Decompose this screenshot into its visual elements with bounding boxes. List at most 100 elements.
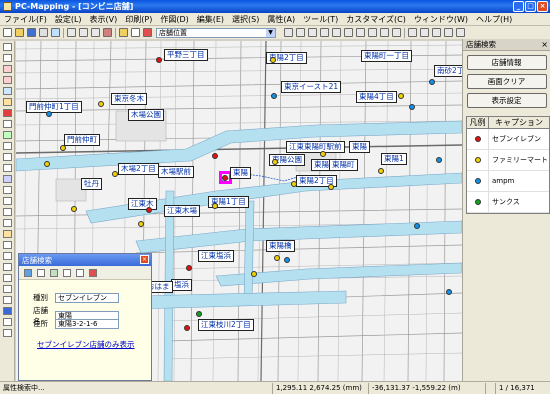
panel-icon[interactable] [456, 28, 465, 37]
save-icon[interactable] [27, 28, 36, 37]
edit-line-icon[interactable] [3, 153, 12, 161]
chevron-down-icon[interactable]: ▼ [266, 28, 275, 37]
info-icon[interactable] [392, 28, 401, 37]
edit-polygon-icon[interactable] [3, 164, 12, 172]
grid-icon[interactable] [308, 28, 317, 37]
close-icon[interactable]: × [541, 40, 548, 49]
layer-select[interactable]: 店舗位置 ▼ [156, 27, 276, 38]
preview-icon[interactable] [51, 28, 60, 37]
menu-window[interactable]: ウィンドウ(W) [410, 14, 472, 25]
maximize-icon[interactable]: □ [525, 1, 536, 12]
hand-icon[interactable] [3, 98, 12, 106]
store-marker[interactable] [446, 289, 452, 295]
store-marker[interactable] [112, 171, 118, 177]
store-marker[interactable] [156, 57, 162, 63]
layers-icon[interactable] [3, 120, 12, 128]
pan-icon[interactable] [3, 87, 12, 95]
store-info-button[interactable]: 店舗情報 [466, 55, 547, 70]
store-marker[interactable] [98, 101, 104, 107]
menu-attribute[interactable]: 属性(A) [263, 14, 299, 25]
store-marker[interactable] [222, 175, 228, 181]
menu-settings[interactable]: 設定(L) [51, 14, 86, 25]
legend-row[interactable]: サンクス [467, 192, 549, 213]
image-icon[interactable] [3, 285, 12, 293]
menu-edit[interactable]: 編集(E) [193, 14, 228, 25]
print-icon[interactable] [39, 28, 48, 37]
menu-tools[interactable]: ツール(T) [299, 14, 342, 25]
layer-settings-icon[interactable] [284, 28, 293, 37]
store-marker[interactable] [274, 255, 280, 261]
store-marker[interactable] [429, 79, 435, 85]
store-marker[interactable] [46, 111, 52, 117]
store-marker[interactable] [71, 206, 77, 212]
measure-distance-icon[interactable] [3, 208, 12, 216]
panel-toggle-icon[interactable] [3, 307, 12, 315]
search-window-titlebar[interactable]: 店舗検索 × [19, 254, 151, 266]
store-marker[interactable] [272, 159, 278, 165]
store-marker[interactable] [44, 161, 50, 167]
overlay-icon[interactable] [3, 241, 12, 249]
zoom-in-icon[interactable] [3, 65, 12, 73]
grid-view-icon[interactable] [432, 28, 441, 37]
line-icon[interactable] [344, 28, 353, 37]
store-marker[interactable] [291, 181, 297, 187]
symbol-icon[interactable] [3, 197, 12, 205]
address-field[interactable]: 東陽3-2-1-6 [55, 318, 119, 329]
menu-view[interactable]: 表示(V) [86, 14, 122, 25]
chart-icon[interactable] [3, 274, 12, 282]
store-marker[interactable] [409, 104, 415, 110]
search-icon[interactable] [50, 268, 58, 277]
store-marker[interactable] [186, 265, 192, 271]
open-icon[interactable] [15, 28, 24, 37]
list-icon[interactable] [37, 268, 45, 277]
store-marker[interactable] [251, 271, 257, 277]
minimize-icon[interactable]: _ [513, 1, 524, 12]
pin-icon[interactable] [3, 109, 12, 117]
clear-screen-button[interactable]: 画面クリア [466, 74, 547, 89]
legend-row[interactable]: ampm [467, 171, 549, 192]
layer-color-icon[interactable] [143, 28, 152, 37]
window-cascade-icon[interactable] [420, 28, 429, 37]
store-marker[interactable] [212, 153, 218, 159]
point-icon[interactable] [332, 28, 341, 37]
grid-lines-icon[interactable] [3, 329, 12, 337]
pointer-icon[interactable] [3, 43, 12, 51]
cut-icon[interactable] [67, 28, 76, 37]
store-marker[interactable] [378, 168, 384, 174]
table-icon[interactable] [63, 268, 71, 277]
type-field[interactable]: セブンイレブン [55, 292, 119, 303]
menu-select[interactable]: 選択(S) [228, 14, 263, 25]
store-marker[interactable] [414, 223, 420, 229]
menu-print[interactable]: 印刷(P) [121, 14, 156, 25]
store-marker[interactable] [60, 145, 66, 151]
delete-icon[interactable] [89, 268, 97, 277]
copy-icon[interactable] [79, 28, 88, 37]
locate-icon[interactable] [24, 268, 32, 277]
store-marker[interactable] [270, 57, 276, 63]
search-icon[interactable] [3, 252, 12, 260]
measure-icon[interactable] [380, 28, 389, 37]
vertex-icon[interactable] [3, 131, 12, 139]
close-icon[interactable]: × [537, 1, 548, 12]
menu-customize[interactable]: カスタマイズ(C) [342, 14, 410, 25]
node-icon[interactable] [3, 142, 12, 150]
menu-draw[interactable]: 作図(D) [156, 14, 192, 25]
buffer-icon[interactable] [3, 230, 12, 238]
store-marker[interactable] [271, 93, 277, 99]
table-view-icon[interactable] [3, 263, 12, 271]
store-marker[interactable] [320, 151, 326, 157]
legend-icon[interactable] [3, 318, 12, 326]
layer-list-icon[interactable] [296, 28, 305, 37]
select-rect-icon[interactable] [3, 54, 12, 62]
new-icon[interactable] [3, 28, 12, 37]
menu-file[interactable]: ファイル(F) [0, 14, 51, 25]
zoom-out-icon[interactable] [3, 76, 12, 84]
layer-icon[interactable] [131, 28, 140, 37]
store-marker[interactable] [196, 311, 202, 317]
measure-area-icon[interactable] [3, 219, 12, 227]
polygon-icon[interactable] [356, 28, 365, 37]
store-marker[interactable] [212, 203, 218, 209]
legend-row[interactable]: セブンイレブン [467, 129, 549, 150]
text-icon[interactable] [368, 28, 377, 37]
window-tile-icon[interactable] [408, 28, 417, 37]
